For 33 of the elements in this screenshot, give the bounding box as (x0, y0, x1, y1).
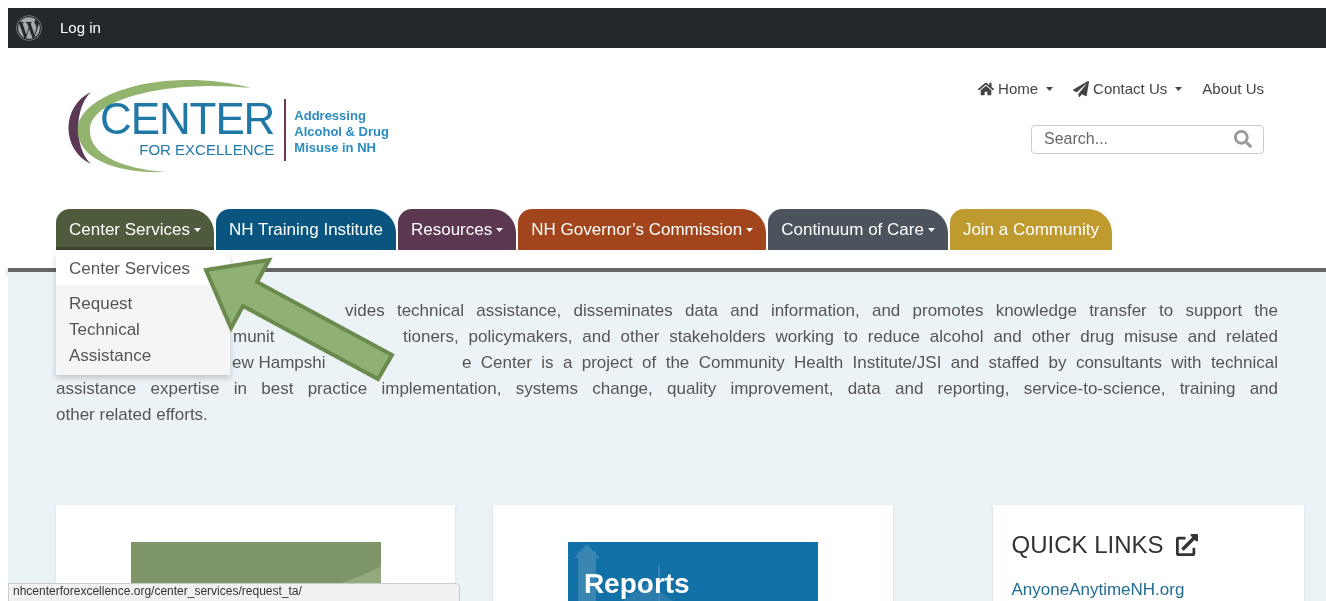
intro-text: other related efforts. (56, 404, 208, 426)
search-icon[interactable] (1234, 129, 1252, 148)
search-field[interactable]: Search... (1031, 124, 1264, 154)
quick-link[interactable]: AnyoneAnytimeNH.org (1011, 577, 1285, 601)
logo-title: CENTER (100, 96, 275, 141)
nav-tab[interactable]: Center Services (56, 209, 214, 250)
nav-tab[interactable]: NH Training Institute (215, 209, 396, 250)
wordpress-icon[interactable] (16, 15, 42, 41)
dropdown-item[interactable]: Center Services (56, 253, 230, 285)
intro-text: munit (233, 326, 276, 348)
home-icon (978, 81, 995, 98)
nav-tab[interactable]: Resources (397, 209, 517, 250)
top-nav-link[interactable]: Home (978, 78, 1054, 101)
intro-text: e Center is a project of the Community Health Institute/JSI and staffed by consultants with technical (462, 352, 1278, 374)
nav-tab[interactable]: NH Governor’s Commission (518, 209, 767, 250)
logo-subtitle: FOR EXCELLENCE (139, 140, 275, 160)
logo-tagline: Misuse in NH (294, 140, 377, 156)
login-link[interactable]: Log in (60, 16, 101, 40)
logo-tagline: Addressing (294, 108, 367, 124)
external-link-icon (1175, 534, 1198, 556)
dropdown-item[interactable]: Request Technical Assistance (56, 285, 230, 375)
nav-tab[interactable]: Continuum of Care (768, 209, 948, 250)
intro-text: ew Hampshi (232, 352, 327, 374)
status-url: nhcenterforexcellence.org/center_services/request_ta/ (13, 584, 303, 599)
logo-tagline: Alcohol & Drug (294, 124, 389, 140)
top-nav-link[interactable]: About Us (1202, 78, 1264, 101)
intro-text: vides technical assistance, disseminates data and information, and promotes knowledge transfer to support the (345, 300, 1278, 322)
intro-text: tioners, policymakers, and other stakeholders working to reduce alcohol and other drug misuse and related (403, 326, 1278, 348)
top-nav-link[interactable]: Contact Us (1073, 78, 1183, 101)
quick-links-title: QUICK LINKS (1011, 530, 1164, 560)
intro-text: assistance expertise in best practice implementation, systems change, quality improvement, data and reporting, service-to-science, training and (56, 378, 1278, 400)
paper-plane-icon (1073, 81, 1090, 98)
card-caption: Reports (583, 570, 690, 598)
